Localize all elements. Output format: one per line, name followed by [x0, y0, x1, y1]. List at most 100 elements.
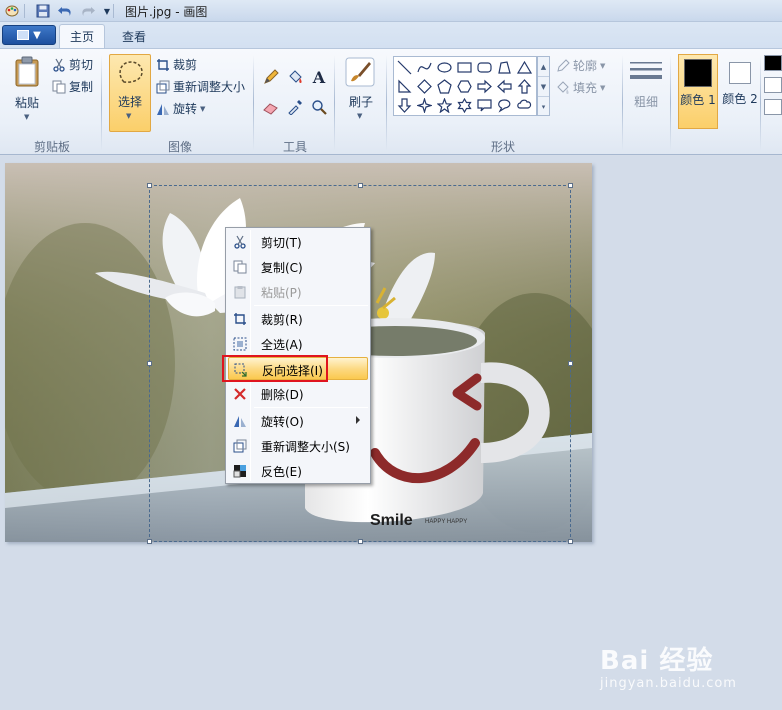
- paint-menu-icon: [17, 30, 30, 40]
- brushes-button[interactable]: 刷子 ▼: [341, 55, 381, 131]
- selection-handle[interactable]: [358, 183, 363, 188]
- triangle-shape-icon[interactable]: [515, 58, 534, 77]
- select-button[interactable]: 选择 ▼: [109, 54, 151, 132]
- line-shape-icon[interactable]: [395, 58, 414, 77]
- pencil-tool-button[interactable]: [261, 67, 281, 87]
- group-separator: [760, 55, 761, 151]
- left-arrow-shape-icon[interactable]: [495, 77, 514, 96]
- resize-icon: [156, 80, 170, 94]
- tab-view[interactable]: 查看: [112, 24, 156, 48]
- right-triangle-shape-icon[interactable]: [395, 77, 414, 96]
- paste-button[interactable]: 粘贴 ▼: [8, 53, 46, 133]
- selection-handle[interactable]: [147, 183, 152, 188]
- ribbon-tab-row: ▼ 主页 查看: [0, 22, 782, 48]
- menu-item-rotate[interactable]: 旋转(O): [228, 409, 368, 432]
- tab-view-label: 查看: [122, 29, 147, 44]
- paint-app-icon[interactable]: [4, 3, 20, 19]
- scroll-down-icon[interactable]: ▼: [538, 77, 549, 97]
- selection-handle[interactable]: [568, 183, 573, 188]
- menu-item-label: 粘贴(P): [261, 286, 302, 300]
- cloud-callout-shape-icon[interactable]: [515, 96, 534, 115]
- rect-callout-shape-icon[interactable]: [475, 96, 494, 115]
- copy-button[interactable]: 复制: [52, 78, 93, 95]
- menu-item-crop[interactable]: 裁剪(R): [228, 307, 368, 330]
- fill-button[interactable]: 填充 ▼: [556, 79, 605, 96]
- magnifier-tool-button[interactable]: [309, 97, 329, 117]
- color2-label: 颜色 2: [722, 92, 758, 106]
- menu-item-label: 删除(D): [261, 388, 304, 402]
- selection-handle[interactable]: [147, 539, 152, 544]
- pentagon-shape-icon[interactable]: [435, 77, 454, 96]
- rectangle-shape-icon[interactable]: [455, 58, 474, 77]
- oval-callout-shape-icon[interactable]: [495, 96, 514, 115]
- menu-item-select-all[interactable]: 全选(A): [228, 332, 368, 355]
- dropdown-arrow-icon: ▼: [33, 29, 41, 41]
- scroll-up-icon[interactable]: ▲: [538, 57, 549, 77]
- selection-handle[interactable]: [568, 539, 573, 544]
- select-label: 选择: [117, 95, 142, 109]
- color2-button[interactable]: 颜色 2: [721, 54, 761, 129]
- title-separator: [113, 4, 114, 18]
- rounded-rectangle-shape-icon[interactable]: [475, 58, 494, 77]
- text-tool-button[interactable]: A: [309, 67, 329, 87]
- rotate-icon: [231, 412, 248, 429]
- menu-item-cut[interactable]: 剪切(T): [228, 230, 368, 253]
- image-group-label: 图像: [167, 140, 192, 154]
- outline-button[interactable]: 轮廓 ▼: [556, 57, 605, 74]
- gallery-expand-icon[interactable]: ▾: [538, 97, 549, 117]
- eraser-tool-button[interactable]: [261, 97, 281, 117]
- magnifier-icon: [311, 99, 327, 115]
- selection-handle[interactable]: [147, 361, 152, 366]
- up-arrow-shape-icon[interactable]: [515, 77, 534, 96]
- menu-item-resize[interactable]: 重新调整大小(S): [228, 434, 368, 457]
- resize-button[interactable]: 重新调整大小: [156, 78, 245, 95]
- save-icon[interactable]: [35, 3, 51, 19]
- cut-button[interactable]: 剪切: [52, 56, 93, 73]
- menu-item-label: 重新调整大小(S): [261, 440, 350, 454]
- crop-button[interactable]: 裁剪: [156, 56, 197, 73]
- palette-swatch-white[interactable]: [764, 77, 782, 93]
- five-point-star-shape-icon[interactable]: [435, 96, 454, 115]
- right-arrow-shape-icon[interactable]: [475, 77, 494, 96]
- copy-label: 复制: [69, 80, 94, 94]
- rotate-dropdown-icon: ▼: [200, 104, 206, 113]
- menu-item-delete[interactable]: 删除(D): [228, 382, 368, 405]
- cut-label: 剪切: [69, 58, 94, 72]
- four-point-star-shape-icon[interactable]: [415, 96, 434, 115]
- rotate-button[interactable]: 旋转 ▼: [156, 100, 205, 117]
- selection-handle[interactable]: [568, 361, 573, 366]
- line-thickness-icon: [630, 61, 662, 85]
- palette-swatch-white[interactable]: [764, 99, 782, 115]
- curve-shape-icon[interactable]: [415, 58, 434, 77]
- six-point-star-shape-icon[interactable]: [455, 96, 474, 115]
- menu-item-paste[interactable]: 粘贴(P): [228, 280, 368, 303]
- fill-bucket-icon: [556, 80, 570, 95]
- paint-menu-button[interactable]: ▼: [2, 25, 56, 45]
- menu-item-copy[interactable]: 复制(C): [228, 255, 368, 278]
- undo-icon[interactable]: [57, 3, 73, 19]
- oval-shape-icon[interactable]: [435, 58, 454, 77]
- scissors-icon: [52, 58, 66, 72]
- color1-button[interactable]: 颜色 1: [678, 54, 718, 129]
- fill-tool-button[interactable]: [285, 67, 305, 87]
- eraser-icon: [263, 99, 279, 115]
- resize-icon: [231, 437, 248, 454]
- color-picker-tool-button[interactable]: [285, 97, 305, 117]
- size-button[interactable]: 粗细: [628, 55, 664, 131]
- polygon-shape-icon[interactable]: [495, 58, 514, 77]
- diamond-shape-icon[interactable]: [415, 77, 434, 96]
- tab-home[interactable]: 主页: [59, 24, 106, 48]
- group-separator: [253, 55, 254, 151]
- menu-item-invert-color[interactable]: 反色(E): [228, 459, 368, 482]
- select-all-icon: [231, 335, 248, 352]
- shapes-scrollbar[interactable]: ▲ ▼ ▾: [537, 56, 550, 116]
- palette-swatch-black[interactable]: [764, 55, 782, 71]
- down-arrow-shape-icon[interactable]: [395, 96, 414, 115]
- selection-handle[interactable]: [358, 539, 363, 544]
- tab-home-label: 主页: [70, 30, 95, 44]
- shapes-gallery: [393, 56, 537, 116]
- group-separator: [386, 55, 387, 151]
- redo-icon[interactable]: [80, 3, 96, 19]
- paste-dropdown-icon: ▼: [24, 113, 30, 121]
- hexagon-shape-icon[interactable]: [455, 77, 474, 96]
